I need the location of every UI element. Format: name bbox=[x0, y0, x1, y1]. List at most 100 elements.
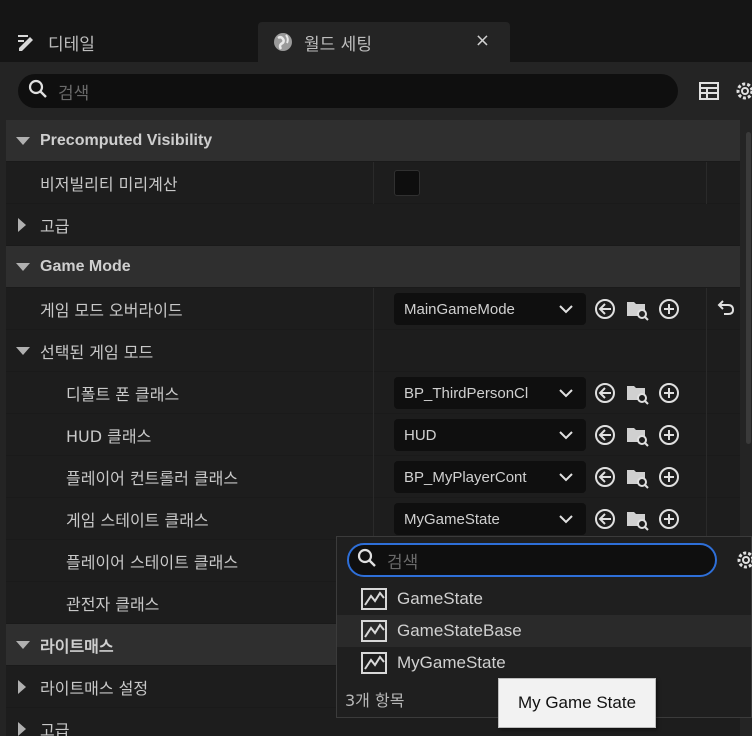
column-divider bbox=[373, 288, 374, 330]
pencil-icon bbox=[14, 29, 40, 55]
chevron-down-icon bbox=[558, 511, 574, 531]
row-advanced[interactable]: 고급 bbox=[6, 204, 740, 246]
search-placeholder: 검색 bbox=[387, 552, 419, 573]
property-label: 선택된 게임 모드 bbox=[40, 343, 154, 362]
use-selected-icon[interactable] bbox=[592, 380, 618, 406]
browse-folder-icon[interactable] bbox=[624, 380, 650, 406]
column-divider bbox=[706, 330, 707, 372]
expand-arrow-icon bbox=[18, 218, 26, 232]
search-placeholder: 검색 bbox=[58, 83, 90, 104]
column-divider bbox=[373, 162, 374, 204]
search-icon bbox=[28, 79, 48, 103]
game-state-class-combo[interactable]: MyGameState bbox=[394, 503, 586, 535]
expand-arrow-icon bbox=[18, 680, 26, 694]
combo-value: BP_ThirdPersonCl bbox=[404, 384, 529, 402]
game-mode-override-combo[interactable]: MainGameMode bbox=[394, 293, 586, 325]
collapse-arrow-icon bbox=[16, 263, 30, 271]
list-item-gamestatebase[interactable]: GameStateBase bbox=[337, 615, 751, 647]
graph-icon bbox=[361, 652, 387, 674]
item-count: 3개 항목 bbox=[345, 691, 405, 710]
combo-value: MainGameMode bbox=[404, 300, 515, 318]
column-divider bbox=[706, 288, 707, 330]
row-default-pawn-class: 디폴트 폰 클래스 BP_ThirdPersonCl bbox=[6, 372, 740, 414]
hud-class-combo[interactable]: HUD bbox=[394, 419, 586, 451]
combo-value: HUD bbox=[404, 426, 437, 444]
property-label: 비저빌리티 미리계산 bbox=[40, 175, 178, 194]
property-label: 라이트매스 설정 bbox=[40, 679, 149, 698]
use-selected-icon[interactable] bbox=[592, 296, 618, 322]
add-new-icon[interactable] bbox=[656, 422, 682, 448]
table-view-icon[interactable] bbox=[698, 80, 720, 106]
precompute-visibility-checkbox[interactable] bbox=[394, 170, 420, 196]
use-selected-icon[interactable] bbox=[592, 506, 618, 532]
add-new-icon[interactable] bbox=[656, 506, 682, 532]
column-divider bbox=[373, 372, 374, 414]
row-precompute-visibility: 비저빌리티 미리계산 bbox=[6, 162, 740, 204]
gear-icon[interactable] bbox=[735, 549, 752, 575]
list-item-mygamestate[interactable]: MyGameState bbox=[337, 647, 751, 679]
column-divider bbox=[706, 414, 707, 456]
asset-actions bbox=[592, 506, 682, 532]
tab-details[interactable]: 디테일 bbox=[0, 22, 256, 62]
tab-world-settings[interactable]: 월드 세팅 × bbox=[258, 22, 510, 62]
vertical-scrollbar[interactable] bbox=[746, 132, 751, 444]
use-selected-icon[interactable] bbox=[592, 464, 618, 490]
section-game-mode[interactable]: Game Mode bbox=[6, 246, 740, 288]
tab-label: 월드 세팅 bbox=[304, 34, 372, 55]
row-game-mode-override: 게임 모드 오버라이드 MainGameMode bbox=[6, 288, 740, 330]
search-icon bbox=[357, 548, 377, 572]
chevron-down-icon bbox=[558, 301, 574, 321]
chevron-down-icon bbox=[558, 469, 574, 489]
section-title: 라이트매스 bbox=[40, 639, 114, 656]
use-selected-icon[interactable] bbox=[592, 422, 618, 448]
row-player-controller-class: 플레이어 컨트롤러 클래스 BP_MyPlayerCont bbox=[6, 456, 740, 498]
chevron-down-icon bbox=[558, 427, 574, 447]
column-divider bbox=[373, 456, 374, 498]
search-input[interactable]: 검색 bbox=[18, 74, 678, 108]
property-label: 고급 bbox=[40, 721, 70, 736]
browse-folder-icon[interactable] bbox=[624, 506, 650, 532]
property-label: 게임 모드 오버라이드 bbox=[40, 301, 183, 320]
tooltip: My Game State bbox=[498, 678, 656, 728]
column-divider bbox=[373, 330, 374, 372]
list-item-gamestate[interactable]: GameState bbox=[337, 583, 751, 615]
default-pawn-class-combo[interactable]: BP_ThirdPersonCl bbox=[394, 377, 586, 409]
collapse-arrow-icon bbox=[16, 347, 30, 355]
column-divider bbox=[373, 414, 374, 456]
property-label: 플레이어 스테이트 클래스 bbox=[66, 553, 239, 572]
property-label: HUD 클래스 bbox=[66, 427, 152, 446]
close-icon[interactable]: × bbox=[475, 30, 490, 51]
search-row: 검색 bbox=[0, 62, 752, 120]
row-selected-game-mode[interactable]: 선택된 게임 모드 bbox=[6, 330, 740, 372]
player-controller-class-combo[interactable]: BP_MyPlayerCont bbox=[394, 461, 586, 493]
asset-actions bbox=[592, 464, 682, 490]
browse-folder-icon[interactable] bbox=[624, 422, 650, 448]
collapse-arrow-icon bbox=[16, 137, 30, 145]
tab-label: 디테일 bbox=[48, 34, 95, 55]
browse-folder-icon[interactable] bbox=[624, 464, 650, 490]
add-new-icon[interactable] bbox=[656, 464, 682, 490]
add-new-icon[interactable] bbox=[656, 296, 682, 322]
property-label: 디폴트 폰 클래스 bbox=[66, 385, 180, 404]
expand-arrow-icon bbox=[18, 722, 26, 736]
section-precomputed-visibility[interactable]: Precomputed Visibility bbox=[6, 120, 740, 162]
column-divider bbox=[706, 456, 707, 498]
column-divider bbox=[373, 498, 374, 540]
tab-bar: 디테일 월드 세팅 × bbox=[0, 0, 752, 62]
item-label: GameState bbox=[397, 589, 483, 608]
section-title: Game Mode bbox=[40, 258, 131, 275]
add-new-icon[interactable] bbox=[656, 380, 682, 406]
row-game-state-class: 게임 스테이트 클래스 MyGameState bbox=[6, 498, 740, 540]
popup-search-input[interactable]: 검색 bbox=[347, 543, 717, 577]
property-label: 관전자 클래스 bbox=[66, 595, 160, 614]
gear-icon[interactable] bbox=[734, 80, 752, 106]
row-hud-class: HUD 클래스 HUD bbox=[6, 414, 740, 456]
browse-folder-icon[interactable] bbox=[624, 296, 650, 322]
property-label: 게임 스테이트 클래스 bbox=[66, 511, 209, 530]
graph-icon bbox=[361, 620, 387, 642]
item-label: MyGameState bbox=[397, 653, 506, 672]
column-divider bbox=[706, 372, 707, 414]
combo-value: BP_MyPlayerCont bbox=[404, 468, 527, 486]
reset-to-default-icon[interactable] bbox=[714, 298, 736, 324]
column-divider bbox=[706, 498, 707, 540]
